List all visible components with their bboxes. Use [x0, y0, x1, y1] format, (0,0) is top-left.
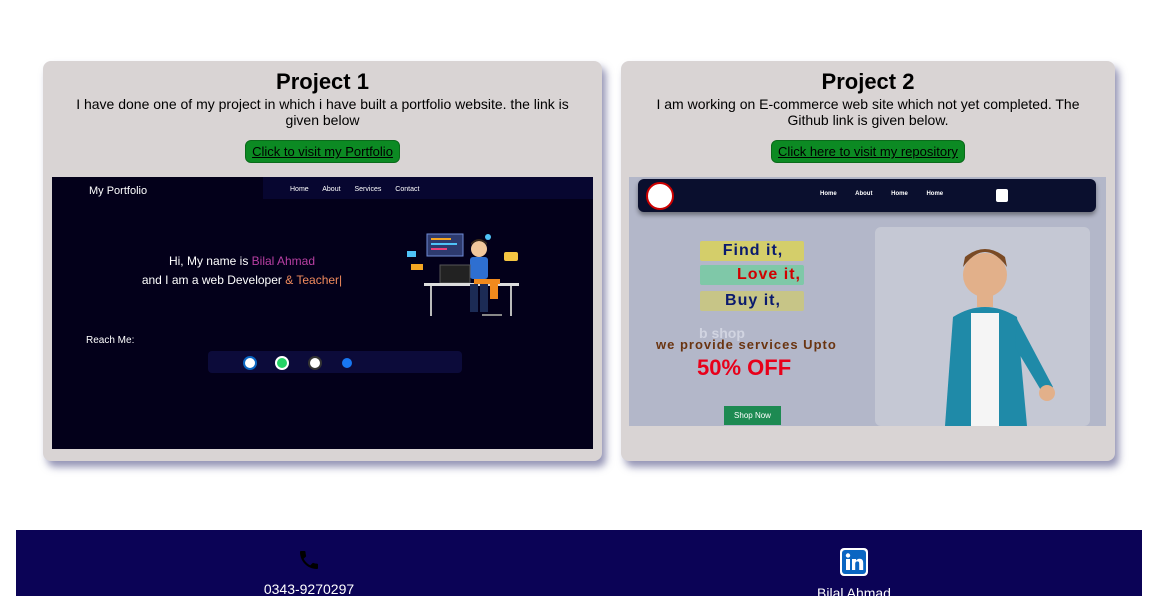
preview-intro: Hi, My name is Bilal Ahmad and I am a we…	[112, 252, 372, 290]
linkedin-name: Bilal Ahmad	[817, 585, 891, 596]
preview-nav-item: Contact	[395, 186, 420, 193]
facebook-icon	[340, 356, 354, 370]
footer: 0343-9270297 Bilal Ahmad	[16, 530, 1142, 596]
role-highlight: & Teacher|	[285, 273, 343, 287]
developer-illustration	[407, 233, 519, 316]
shop-now-button: Shop Now	[724, 406, 781, 425]
greeting-name: Bilal Ahmad	[251, 254, 316, 268]
shop-logo	[646, 182, 674, 210]
github-icon	[308, 356, 322, 370]
project-description: I am working on E-commerce web site whic…	[656, 96, 1080, 128]
preview-nav-bar: Home About Home Home	[638, 179, 1096, 212]
project-title: Project 1	[276, 69, 369, 94]
project-title: Project 2	[821, 69, 915, 94]
preview-nav-links: Home About Services Contact	[290, 186, 431, 193]
tag-love-it: Love it,	[700, 265, 804, 285]
promo-text: we provide services Upto	[656, 337, 837, 352]
preview-brand: My Portfolio	[89, 185, 148, 197]
preview-nav-item: Services	[354, 186, 382, 193]
phone-icon	[300, 551, 318, 569]
portfolio-preview-image: My Portfolio Home About Services Contact…	[52, 177, 593, 449]
model-illustration	[945, 249, 1055, 426]
whatsapp-icon	[275, 356, 289, 370]
project-card-2: Project 2 I am working on E-commerce web…	[621, 61, 1115, 461]
preview-nav-item: About	[322, 186, 341, 193]
role-prefix: and I am a web Developer	[141, 273, 286, 287]
phone-number: 0343-9270297	[263, 581, 355, 596]
model-photo	[875, 227, 1090, 426]
footer-phone[interactable]: 0343-9270297	[209, 548, 409, 596]
preview-nav-item: Home	[891, 191, 908, 197]
ecommerce-preview-image: Home About Home Home Find it, Love it, B…	[629, 177, 1106, 426]
preview-nav-item: Home	[926, 191, 944, 197]
visit-portfolio-link[interactable]: Click to visit my Portfolio	[245, 140, 400, 163]
linkedin-icon	[840, 548, 868, 576]
linkedin-icon	[243, 356, 257, 370]
preview-nav-item: Home	[290, 186, 309, 193]
visit-repository-link[interactable]: Click here to visit my repository	[771, 140, 965, 163]
discount-text: 50% OFF	[697, 355, 792, 380]
project-description: I have done one of my project in which i…	[76, 96, 569, 128]
project-card-1: Project 1 I have done one of my project …	[43, 61, 602, 461]
greeting-prefix: Hi, My name is	[168, 254, 252, 268]
reach-me-label: Reach Me:	[86, 335, 135, 346]
tag-find-it: Find it,	[700, 241, 804, 261]
preview-nav-links: Home About Home Home	[820, 191, 960, 197]
preview-social-bar	[208, 351, 462, 373]
tag-buy-it: Buy it,	[700, 291, 804, 311]
shopping-bag-icon	[996, 189, 1008, 202]
preview-nav-item: Home	[820, 191, 837, 197]
preview-nav-item: About	[855, 191, 873, 197]
footer-linkedin[interactable]: Bilal Ahmad	[754, 548, 954, 596]
